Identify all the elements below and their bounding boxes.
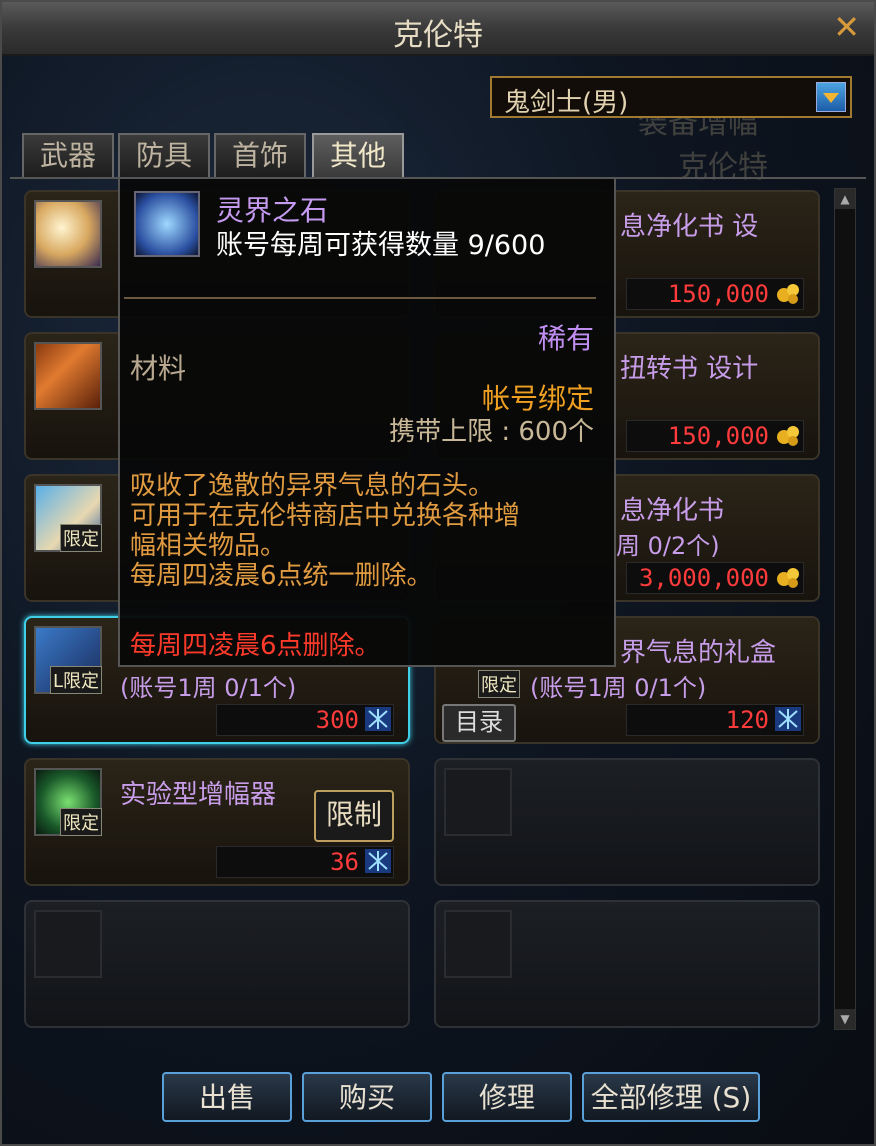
tooltip-delete-note: 每周四凌晨6点删除。 — [130, 631, 381, 661]
limited-badge: 限定 — [478, 670, 520, 698]
job-select-value: 鬼剑士(男) — [504, 88, 629, 118]
price-bar: 36 — [216, 846, 394, 878]
gold-coin-icon — [777, 426, 799, 446]
chevron-down-icon[interactable] — [816, 82, 846, 112]
buy-button[interactable]: 购买 — [302, 1072, 432, 1122]
category-button[interactable]: 目录 — [442, 704, 516, 742]
tooltip-description: 吸收了逸散的异界气息的石头。 可用于在克伦特商店中兑换各种增 幅相关物品。 每周… — [130, 471, 520, 591]
tab-weapon[interactable]: 武器 — [22, 133, 114, 177]
tab-other[interactable]: 其他 — [312, 133, 404, 177]
window-title: 克伦特 — [393, 18, 483, 53]
limit-button[interactable]: 限制 — [314, 790, 394, 842]
tooltip-weekly-limit: 账号每周可获得数量 9/600 — [216, 230, 546, 261]
job-select[interactable]: 鬼剑士(男) — [490, 76, 852, 118]
item-name: 息净化书 — [620, 496, 725, 526]
amplifier-icon: 限定 — [34, 768, 102, 836]
empty-icon-frame — [444, 768, 512, 836]
scroll-up-icon[interactable]: ▲ — [835, 189, 855, 209]
price-bar: 150,000 — [626, 278, 804, 310]
box-icon: 限定 — [34, 484, 102, 552]
limited-badge: 限定 — [60, 524, 102, 552]
item-limit: 周 0/2个) — [616, 532, 720, 560]
crystal-icon — [34, 200, 102, 268]
item-limit: (账号1周 0/1个) — [530, 674, 707, 702]
empty-slot — [434, 900, 820, 1028]
shop-slot[interactable]: 限定 实验型增幅器 限制 36 — [24, 758, 410, 886]
spirit-stone-icon — [365, 849, 391, 873]
spirit-stone-icon — [775, 707, 801, 731]
item-price: 300 — [315, 706, 359, 734]
tooltip-divider — [124, 297, 596, 299]
item-tooltip: 灵界之石 账号每周可获得数量 9/600 稀有 材料 帐号绑定 携带上限 : 6… — [118, 177, 616, 667]
tooltip-desc-line: 每周四凌晨6点统一删除。 — [130, 561, 433, 591]
tooltip-carry-limit: 携带上限 : 600个 — [389, 417, 594, 447]
item-limit: (账号1周 0/1个) — [120, 674, 297, 702]
title-bar[interactable]: 克伦特 ✕ — [2, 2, 874, 56]
price-bar: 3,000,000 — [626, 562, 804, 594]
book-icon: L限定 — [34, 626, 102, 694]
shop-window: 克伦特 ✕ 装备增幅 克伦特 鬼剑士(男) 武器 防具 首饰 其他 息净化书 设… — [0, 0, 876, 1146]
spirit-stone-icon — [365, 707, 391, 731]
gold-coin-icon — [777, 568, 799, 588]
empty-slot — [434, 758, 820, 886]
scroll-icon — [34, 342, 102, 410]
item-price: 150,000 — [667, 280, 769, 308]
gold-coin-icon — [777, 284, 799, 304]
tooltip-type: 材料 — [130, 352, 187, 385]
scroll-down-icon[interactable]: ▼ — [835, 1009, 855, 1029]
tab-armor[interactable]: 防具 — [118, 133, 210, 177]
price-bar: 150,000 — [626, 420, 804, 452]
limited-badge: L限定 — [49, 666, 102, 694]
tooltip-desc-line: 可用于在克伦特商店中兑换各种增 — [130, 501, 521, 531]
item-price: 150,000 — [667, 422, 769, 450]
item-price: 3,000,000 — [638, 564, 769, 592]
item-price: 36 — [330, 848, 359, 876]
price-bar: 300 — [216, 704, 394, 736]
tooltip-rarity: 稀有 — [537, 322, 594, 355]
item-name: 息净化书 设 — [620, 212, 759, 242]
tab-accessory[interactable]: 首饰 — [214, 133, 306, 177]
empty-slot — [24, 900, 410, 1028]
spirit-stone-icon — [134, 191, 200, 257]
tooltip-desc-line: 幅相关物品。 — [130, 531, 287, 561]
sell-button[interactable]: 出售 — [162, 1072, 292, 1122]
item-price: 120 — [725, 706, 769, 734]
background-text-2: 克伦特 — [678, 150, 768, 185]
price-bar: 120 — [626, 704, 804, 736]
repair-button[interactable]: 修理 — [442, 1072, 572, 1122]
repair-all-button[interactable]: 全部修理 (S) — [582, 1072, 760, 1122]
item-name: 扭转书 设计 — [620, 354, 759, 384]
close-icon[interactable]: ✕ — [833, 8, 860, 46]
limited-badge: 限定 — [60, 808, 102, 836]
scrollbar[interactable]: ▲ ▼ — [834, 188, 856, 1030]
item-name: 界气息的礼盒 — [620, 638, 777, 668]
tooltip-desc-line: 吸收了逸散的异界气息的石头。 — [130, 471, 495, 501]
empty-icon-frame — [34, 910, 102, 978]
item-name: 实验型增幅器 — [120, 780, 277, 810]
empty-icon-frame — [444, 910, 512, 978]
